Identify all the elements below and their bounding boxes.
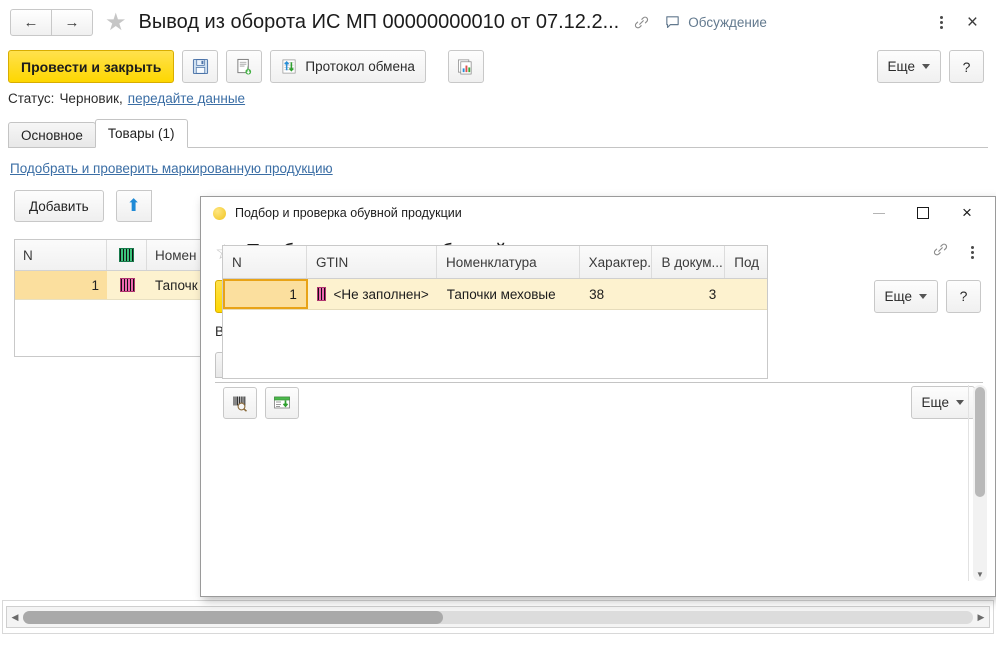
back-arrow-icon: ←: [23, 14, 39, 31]
close-icon[interactable]: ×: [963, 13, 982, 32]
dialog-more-button[interactable]: Еще: [873, 279, 938, 313]
barcode-icon-pink: [316, 287, 327, 301]
main-toolbar-right: Еще ?: [876, 50, 996, 83]
scrollbar-thumb[interactable]: [23, 610, 443, 624]
products-toolbar: Добавить ⬆: [14, 190, 152, 222]
navigation-buttons: ← →: [10, 9, 93, 36]
dialog-vertical-scrollbar[interactable]: ▼: [973, 385, 987, 581]
main-tabstrip: Основное Товары (1): [8, 119, 188, 148]
cell-row-number[interactable]: 1: [223, 279, 308, 309]
more-button-label: Еще: [887, 59, 915, 74]
dialog-table-more-button[interactable]: Еще: [910, 386, 975, 419]
cell-nomenclature[interactable]: Тапочки меховые: [438, 279, 580, 309]
tab-tovary[interactable]: Товары (1): [94, 119, 188, 148]
dialog-more-vertical-icon[interactable]: [963, 242, 981, 262]
dialog-toolbar-right: Еще ?: [873, 279, 995, 313]
barcode-icon: [119, 248, 134, 262]
titlebar-right-controls: ×: [933, 13, 996, 33]
column-header-n: N: [223, 246, 307, 278]
column-header-confirmed: Под: [734, 254, 760, 270]
column-header-nomenclature: Номенклатура: [437, 246, 580, 278]
dialog-scrollbar-thumb[interactable]: [975, 387, 985, 497]
save-button[interactable]: [182, 50, 219, 83]
more-vertical-icon[interactable]: [933, 13, 951, 33]
barcode-scan-icon[interactable]: [223, 386, 257, 419]
shoe-products-table: N GTIN Номенклатура Характер... В докум.…: [222, 245, 768, 379]
row-number: 1: [15, 271, 107, 299]
status-label: Статус:: [8, 91, 55, 106]
main-toolbar: Провести и закрыть Протокол обмена Еще ?: [0, 43, 996, 90]
column-header-n: N: [15, 240, 107, 270]
cell-gtin[interactable]: <Не заполнен>: [308, 279, 438, 309]
pick-marked-products-link-text[interactable]: Подобрать и проверить маркированную прод…: [10, 161, 333, 176]
dialog-header-right: [932, 241, 995, 263]
shoe-table-empty-area: [223, 310, 767, 378]
dialog-close-icon[interactable]: ×: [945, 198, 989, 228]
yellow-dot-icon: [213, 206, 226, 220]
shoe-products-table-header: N GTIN Номенклатура Характер... В докум.…: [223, 246, 767, 279]
dialog-link-icon[interactable]: [932, 241, 949, 263]
fill-table-icon[interactable]: [265, 386, 299, 419]
dialog-window-controls: ×: [857, 198, 995, 228]
move-up-icon[interactable]: ⬆: [115, 190, 152, 222]
products-table: N Номен 1 Тапочк: [14, 239, 230, 357]
more-button[interactable]: Еще: [876, 50, 941, 83]
add-button[interactable]: Добавить: [14, 190, 104, 222]
scroll-down-arrow-icon[interactable]: ▼: [976, 570, 984, 579]
dialog-help-button[interactable]: ?: [946, 279, 981, 313]
discussion-label[interactable]: Обсуждение: [688, 15, 767, 30]
minimize-icon[interactable]: [857, 198, 901, 228]
chevron-down-icon: [919, 293, 927, 299]
report-button[interactable]: [447, 50, 484, 83]
column-header-in-document: В докум...: [652, 246, 726, 278]
table-row[interactable]: 1 <Не заполнен> Тапочки меховые 38 3: [223, 279, 767, 310]
forward-button[interactable]: →: [52, 9, 93, 36]
dialog-more-label: Еще: [884, 288, 912, 304]
dialog-table-more-wrap: Еще: [910, 386, 975, 419]
write-document-button[interactable]: [226, 50, 263, 83]
column-header-characteristic: Характер...: [580, 246, 653, 278]
scrollbar-track[interactable]: [23, 610, 973, 624]
main-titlebar: ← → ★ Вывод из оборота ИС МП 00000000010…: [0, 0, 996, 45]
dialog-tab-underline: [215, 382, 983, 383]
cell-gtin-text: <Не заполнен>: [333, 286, 429, 302]
transfer-data-link[interactable]: передайте данные: [128, 91, 245, 106]
exchange-protocol-label: Протокол обмена: [305, 59, 415, 74]
dialog-scroll-divider: [968, 385, 969, 581]
status-value: Черновик,: [59, 91, 123, 106]
forward-arrow-icon: →: [64, 14, 80, 31]
dialog-titlebar-title: Подбор и проверка обувной продукции: [235, 206, 462, 220]
barcode-icon-pink: [119, 278, 135, 292]
products-table-header: N Номен: [15, 239, 229, 271]
maximize-icon[interactable]: [901, 198, 945, 228]
row-barcode-icon: [107, 271, 147, 299]
scroll-left-arrow-icon[interactable]: ◀: [7, 612, 23, 623]
dialog-table-toolbar: Еще: [223, 386, 975, 419]
pick-marked-products-link: Подобрать и проверить маркированную прод…: [10, 161, 333, 176]
page-title: Вывод из оборота ИС МП 00000000010 от 07…: [138, 11, 620, 33]
cell-in-document[interactable]: 3: [653, 279, 726, 309]
link-icon[interactable]: [633, 14, 650, 31]
exchange-protocol-button[interactable]: Протокол обмена: [270, 50, 426, 83]
chevron-down-icon: [922, 64, 930, 69]
horizontal-scrollbar[interactable]: ◀ ▶: [6, 606, 990, 628]
dialog-table-more-label: Еще: [921, 395, 949, 410]
cell-confirmed[interactable]: [725, 279, 767, 309]
post-and-close-button[interactable]: Провести и закрыть: [8, 50, 175, 83]
tab-osnovnoe[interactable]: Основное: [8, 122, 96, 148]
column-header-barcode: [107, 240, 147, 270]
cell-characteristic[interactable]: 38: [580, 279, 653, 309]
scroll-right-arrow-icon[interactable]: ▶: [973, 612, 989, 623]
favorite-star-icon[interactable]: ★: [105, 10, 127, 35]
dialog-titlebar: Подбор и проверка обувной продукции ×: [201, 197, 995, 229]
discussion-icon[interactable]: [664, 14, 681, 31]
chevron-down-icon: [956, 400, 964, 405]
table-row[interactable]: 1 Тапочк: [15, 271, 229, 300]
back-button[interactable]: ←: [10, 9, 52, 36]
application-window: ← → ★ Вывод из оборота ИС МП 00000000010…: [0, 0, 996, 645]
column-header-gtin: GTIN: [307, 246, 438, 278]
status-line: Статус: Черновик, передайте данные: [8, 91, 245, 106]
help-button[interactable]: ?: [949, 50, 984, 83]
table-empty-area: [15, 300, 229, 356]
